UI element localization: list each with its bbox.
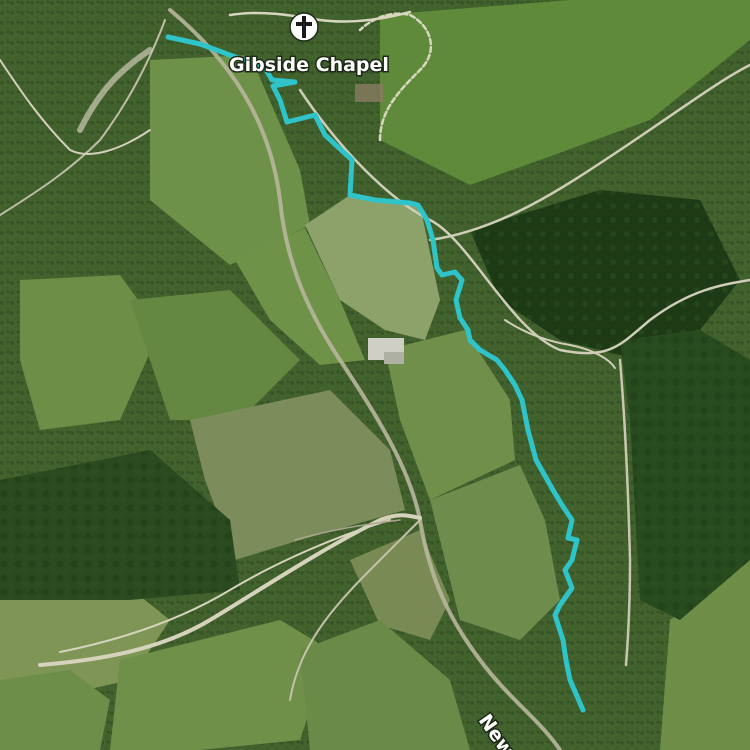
map-canvas[interactable]: Gibside Chapel New xyxy=(0,0,750,750)
farm-building-2 xyxy=(384,352,404,364)
chapel-cross-horizontal xyxy=(296,22,312,26)
poi-label: Gibside Chapel xyxy=(229,54,389,76)
chapel-marker[interactable] xyxy=(289,12,319,42)
chapel-building xyxy=(355,84,383,102)
satellite-map[interactable]: Gibside Chapel New xyxy=(0,0,750,750)
chapel-cross-vertical xyxy=(302,16,306,38)
forest-south-east-texture xyxy=(620,330,750,620)
